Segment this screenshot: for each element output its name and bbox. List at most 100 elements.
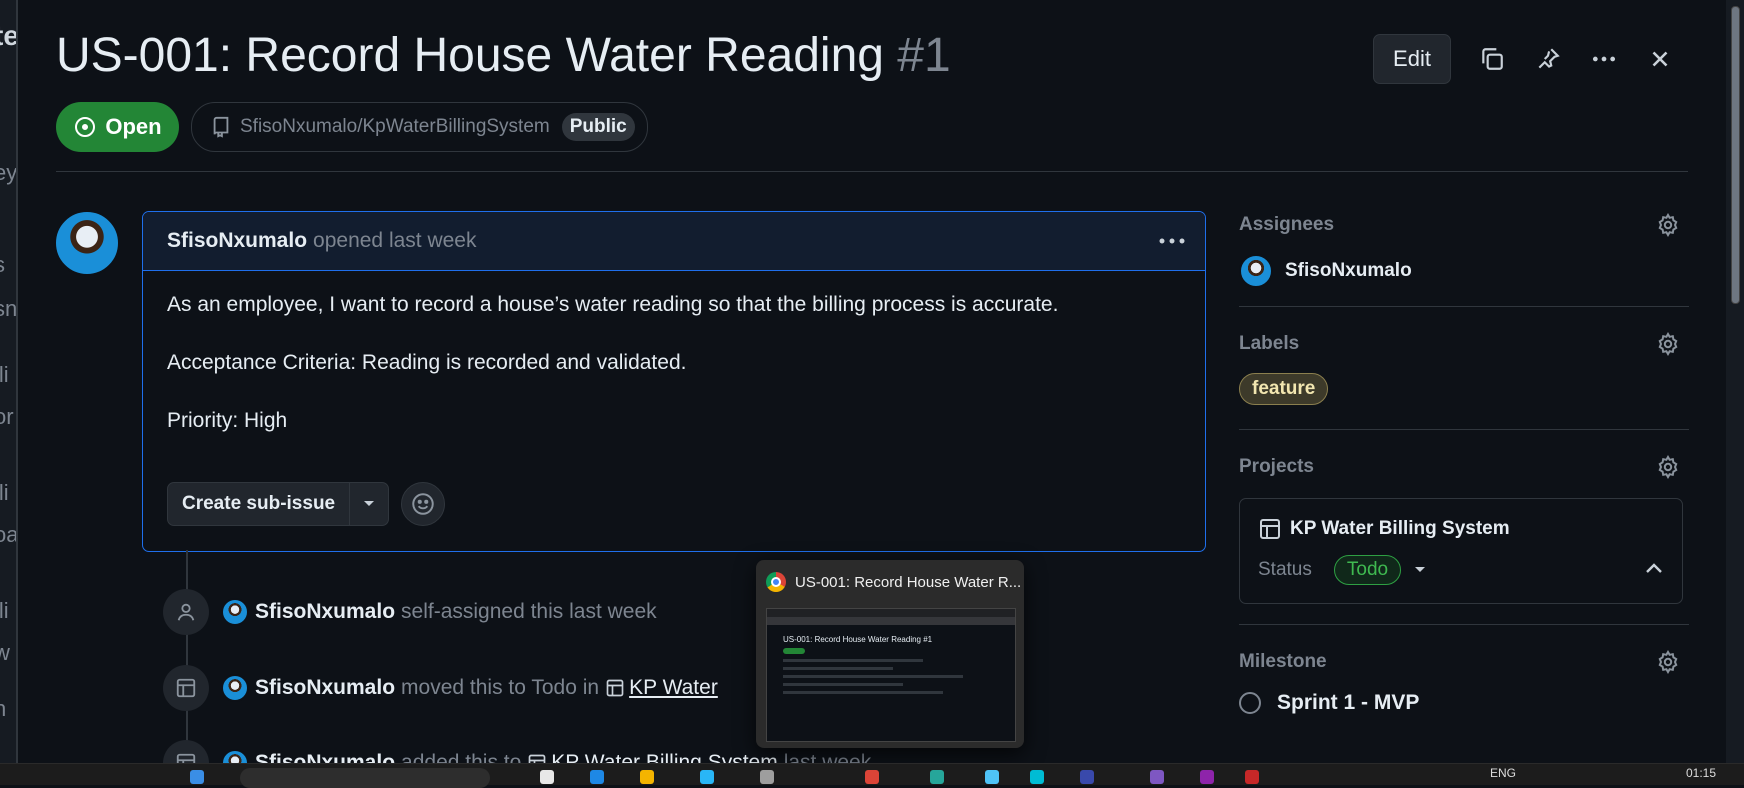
app-icon[interactable]: [1245, 770, 1259, 784]
chrome-taskbar-icon[interactable]: [865, 770, 879, 784]
project-table-icon: [163, 665, 209, 711]
milestone-circle-icon: [1239, 692, 1261, 714]
comment-paragraph: Priority: High: [167, 409, 288, 432]
status-value-badge[interactable]: Todo: [1333, 555, 1402, 585]
comment-paragraph: As an employee, I want to record a house…: [167, 293, 1059, 316]
scrollbar-thumb[interactable]: [1731, 6, 1740, 304]
create-subissue-button[interactable]: Create sub-issue: [167, 482, 390, 526]
project-link-text[interactable]: KP Water Billing System: [551, 751, 777, 763]
project-name[interactable]: KP Water Billing System: [1290, 518, 1510, 540]
app-icon[interactable]: [985, 770, 999, 784]
comment-options-icon[interactable]: [1157, 226, 1187, 262]
bg-fragment: lli: [0, 598, 9, 623]
issue-comment: SfisoNxumalo opened last week As an empl…: [142, 211, 1206, 552]
assignees-section: Assignees SfisoNxumalo: [1239, 210, 1689, 307]
status-label: Status: [1258, 559, 1312, 580]
assignees-heading[interactable]: Assignees: [1239, 214, 1334, 236]
comment-body: As an employee, I want to record a house…: [143, 271, 1205, 489]
bg-fragment: lli: [0, 480, 9, 505]
gear-icon[interactable]: [1653, 452, 1683, 482]
projects-section: Projects KP Water Billing System Status …: [1239, 430, 1689, 625]
comment-header: SfisoNxumalo opened last week: [143, 212, 1205, 271]
label-badge[interactable]: feature: [1239, 373, 1329, 405]
avatar[interactable]: [221, 598, 249, 626]
bg-fragment: w: [0, 640, 10, 666]
event-text: added this to: [401, 751, 522, 763]
bg-fragment: n: [0, 696, 6, 722]
taskbar-preview-popup[interactable]: US-001: Record House Water R... US-001: …: [756, 560, 1024, 748]
gear-icon[interactable]: [1653, 210, 1683, 240]
thumbnail-title: US-001: Record House Water Reading #1: [783, 635, 933, 644]
avatar: [1239, 254, 1273, 288]
pin-icon[interactable]: [1531, 42, 1565, 76]
bg-fragment: sn: [0, 296, 17, 321]
repo-name: SfisoNxumalo/KpWaterBillingSystem: [240, 116, 550, 137]
milestone-name[interactable]: Sprint 1 - MVP: [1277, 691, 1419, 715]
avatar[interactable]: [221, 749, 249, 763]
copy-icon[interactable]: [1475, 42, 1509, 76]
person-icon: [163, 589, 209, 635]
app-icon[interactable]: [590, 770, 604, 784]
edit-button[interactable]: Edit: [1373, 34, 1451, 84]
issue-number: #1: [897, 29, 951, 82]
project-link-text[interactable]: KP Water: [629, 676, 718, 700]
project-table-icon: [528, 754, 546, 763]
issue-panel: US-001: Record House Water Reading #1 Ed…: [17, 0, 1727, 763]
milestone-section: Milestone Sprint 1 - MVP: [1239, 625, 1689, 715]
chevron-down-icon[interactable]: [1413, 559, 1427, 581]
labels-heading[interactable]: Labels: [1239, 333, 1299, 355]
issue-title: US-001: Record House Water Reading #1: [56, 28, 951, 83]
app-icon[interactable]: [1080, 770, 1094, 784]
event-actor[interactable]: SfisoNxumalo: [255, 600, 395, 624]
app-icon[interactable]: [1030, 770, 1044, 784]
bg-fragment: ey: [0, 160, 17, 185]
avatar[interactable]: [221, 674, 249, 702]
add-reaction-button[interactable]: [401, 482, 446, 526]
close-icon[interactable]: [1643, 42, 1677, 76]
scrollbar[interactable]: [1726, 0, 1744, 763]
chevron-up-icon[interactable]: [1644, 559, 1664, 581]
create-subissue-label[interactable]: Create sub-issue: [168, 483, 351, 525]
app-icon[interactable]: [930, 770, 944, 784]
app-icon[interactable]: [1150, 770, 1164, 784]
popup-title: US-001: Record House Water R...: [795, 573, 1022, 591]
gear-icon[interactable]: [1653, 329, 1683, 359]
bg-fragment: oa: [0, 522, 16, 548]
more-options-icon[interactable]: [1587, 42, 1621, 76]
start-icon[interactable]: [190, 770, 204, 784]
milestone-item[interactable]: Sprint 1 - MVP: [1239, 691, 1689, 715]
app-icon[interactable]: [1200, 770, 1214, 784]
issue-sidebar: Assignees SfisoNxumalo Labels feature Pr…: [1239, 210, 1689, 715]
status-badge: Open: [56, 102, 179, 152]
issue-title-text: US-001: Record House Water Reading: [56, 29, 884, 82]
assignee-name[interactable]: SfisoNxumalo: [1285, 260, 1412, 282]
comment-author[interactable]: SfisoNxumalo: [167, 229, 307, 253]
window-thumbnail[interactable]: US-001: Record House Water Reading #1: [766, 608, 1016, 742]
app-icon[interactable]: [540, 770, 554, 784]
app-icon[interactable]: [760, 770, 774, 784]
project-title[interactable]: KP Water Billing System: [1258, 517, 1664, 541]
project-table-icon: [163, 740, 209, 763]
clock[interactable]: 01:15: [1686, 766, 1716, 780]
gear-icon[interactable]: [1653, 647, 1683, 677]
event-text: self-assigned this last week: [401, 600, 657, 623]
issue-open-icon: [75, 117, 96, 137]
folder-icon[interactable]: [640, 770, 654, 784]
chevron-down-icon[interactable]: [350, 499, 388, 509]
assignee-item[interactable]: SfisoNxumalo: [1239, 254, 1689, 288]
milestone-heading[interactable]: Milestone: [1239, 651, 1327, 673]
taskbar-search[interactable]: [240, 768, 490, 788]
project-table-icon: [606, 679, 624, 697]
author-avatar[interactable]: [54, 210, 120, 276]
repo-link[interactable]: SfisoNxumalo/KpWaterBillingSystem Public: [191, 102, 648, 152]
event-actor[interactable]: SfisoNxumalo: [255, 676, 395, 700]
project-link[interactable]: KP Water Billing System: [527, 751, 778, 763]
popup-header: US-001: Record House Water R...: [756, 560, 1024, 604]
project-link[interactable]: KP Water: [605, 676, 718, 700]
language-indicator[interactable]: ENG: [1490, 766, 1516, 780]
app-icon[interactable]: [700, 770, 714, 784]
labels-section: Labels feature: [1239, 307, 1689, 430]
projects-heading[interactable]: Projects: [1239, 456, 1314, 478]
comment-paragraph: Acceptance Criteria: Reading is recorded…: [167, 351, 687, 374]
event-actor[interactable]: SfisoNxumalo: [255, 751, 395, 763]
